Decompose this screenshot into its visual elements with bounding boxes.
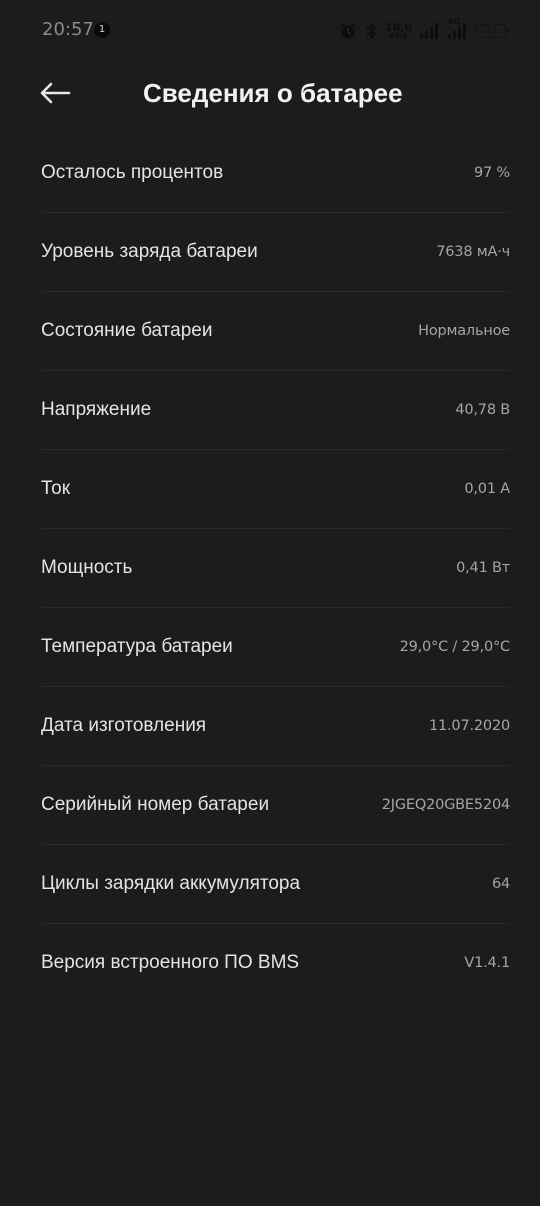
row-value: 97 % xyxy=(473,165,510,181)
info-row-bms-firmware: Версия встроенного ПО BMS V1.4.1 xyxy=(41,924,510,1002)
net-speed: 10,0 KB/S xyxy=(385,22,412,40)
row-label: Состояние батареи xyxy=(41,320,213,341)
info-row-charge-level: Уровень заряда батареи 7638 мА·ч xyxy=(41,213,510,292)
arrow-left-icon xyxy=(39,81,71,110)
status-icons: 10,0 KB/S 4G 73 xyxy=(339,17,509,42)
signal-4g-icon: 4G xyxy=(448,17,468,39)
status-bar: 20:57 1 10,0 KB/S 4G 73 xyxy=(0,0,540,62)
info-row-battery-health: Состояние батареи Нормальное xyxy=(41,292,510,371)
network-type-label: 4G xyxy=(448,17,461,26)
bluetooth-icon xyxy=(365,22,377,40)
back-button[interactable] xyxy=(34,74,76,116)
info-row-current: Ток 0,01 А xyxy=(41,450,510,529)
row-label: Мощность xyxy=(41,557,133,578)
page-title: Сведения о батарее xyxy=(143,78,403,108)
row-label: Уровень заряда батареи xyxy=(41,241,258,262)
row-value: 64 xyxy=(491,876,510,892)
info-row-remaining-percent: Осталось процентов 97 % xyxy=(41,134,510,213)
info-row-serial-number: Серийный номер батареи 2JGEQ20GBE5204 xyxy=(41,766,510,845)
notification-badge: 1 xyxy=(94,22,110,38)
row-value: 0,41 Вт xyxy=(456,560,510,576)
row-label: Дата изготовления xyxy=(41,715,207,736)
row-value: 7638 мА·ч xyxy=(436,244,510,260)
row-value: 2JGEQ20GBE5204 xyxy=(381,797,510,813)
row-value: V1.4.1 xyxy=(464,955,510,971)
info-row-temperature: Температура батареи 29,0°C / 29,0°C xyxy=(41,608,510,687)
app-header: Сведения о батарее xyxy=(0,62,540,128)
battery-level: 73 xyxy=(485,26,497,36)
info-row-charge-cycles: Циклы зарядки аккумулятора 64 xyxy=(41,845,510,924)
row-value: Нормальное xyxy=(418,323,510,339)
battery-icon: 73 xyxy=(476,24,509,38)
row-value: 11.07.2020 xyxy=(428,718,510,734)
row-label: Серийный номер батареи xyxy=(41,794,270,815)
battery-info-list: Осталось процентов 97 % Уровень заряда б… xyxy=(0,134,540,1002)
net-speed-unit: KB/S xyxy=(389,32,408,40)
row-label: Напряжение xyxy=(41,399,152,420)
signal-icon xyxy=(420,23,440,39)
row-value: 29,0°C / 29,0°C xyxy=(399,639,511,655)
info-row-power: Мощность 0,41 Вт xyxy=(41,529,510,608)
row-label: Температура батареи xyxy=(41,636,233,657)
row-label: Циклы зарядки аккумулятора xyxy=(41,873,301,894)
row-value: 40,78 В xyxy=(455,402,510,418)
info-row-manufacture-date: Дата изготовления 11.07.2020 xyxy=(41,687,510,766)
row-label: Осталось процентов xyxy=(41,162,224,183)
row-label: Ток xyxy=(41,478,71,499)
row-value: 0,01 А xyxy=(464,481,510,497)
alarm-icon xyxy=(339,22,357,40)
status-time: 20:57 xyxy=(42,19,94,40)
row-label: Версия встроенного ПО BMS xyxy=(41,952,300,973)
info-row-voltage: Напряжение 40,78 В xyxy=(41,371,510,450)
